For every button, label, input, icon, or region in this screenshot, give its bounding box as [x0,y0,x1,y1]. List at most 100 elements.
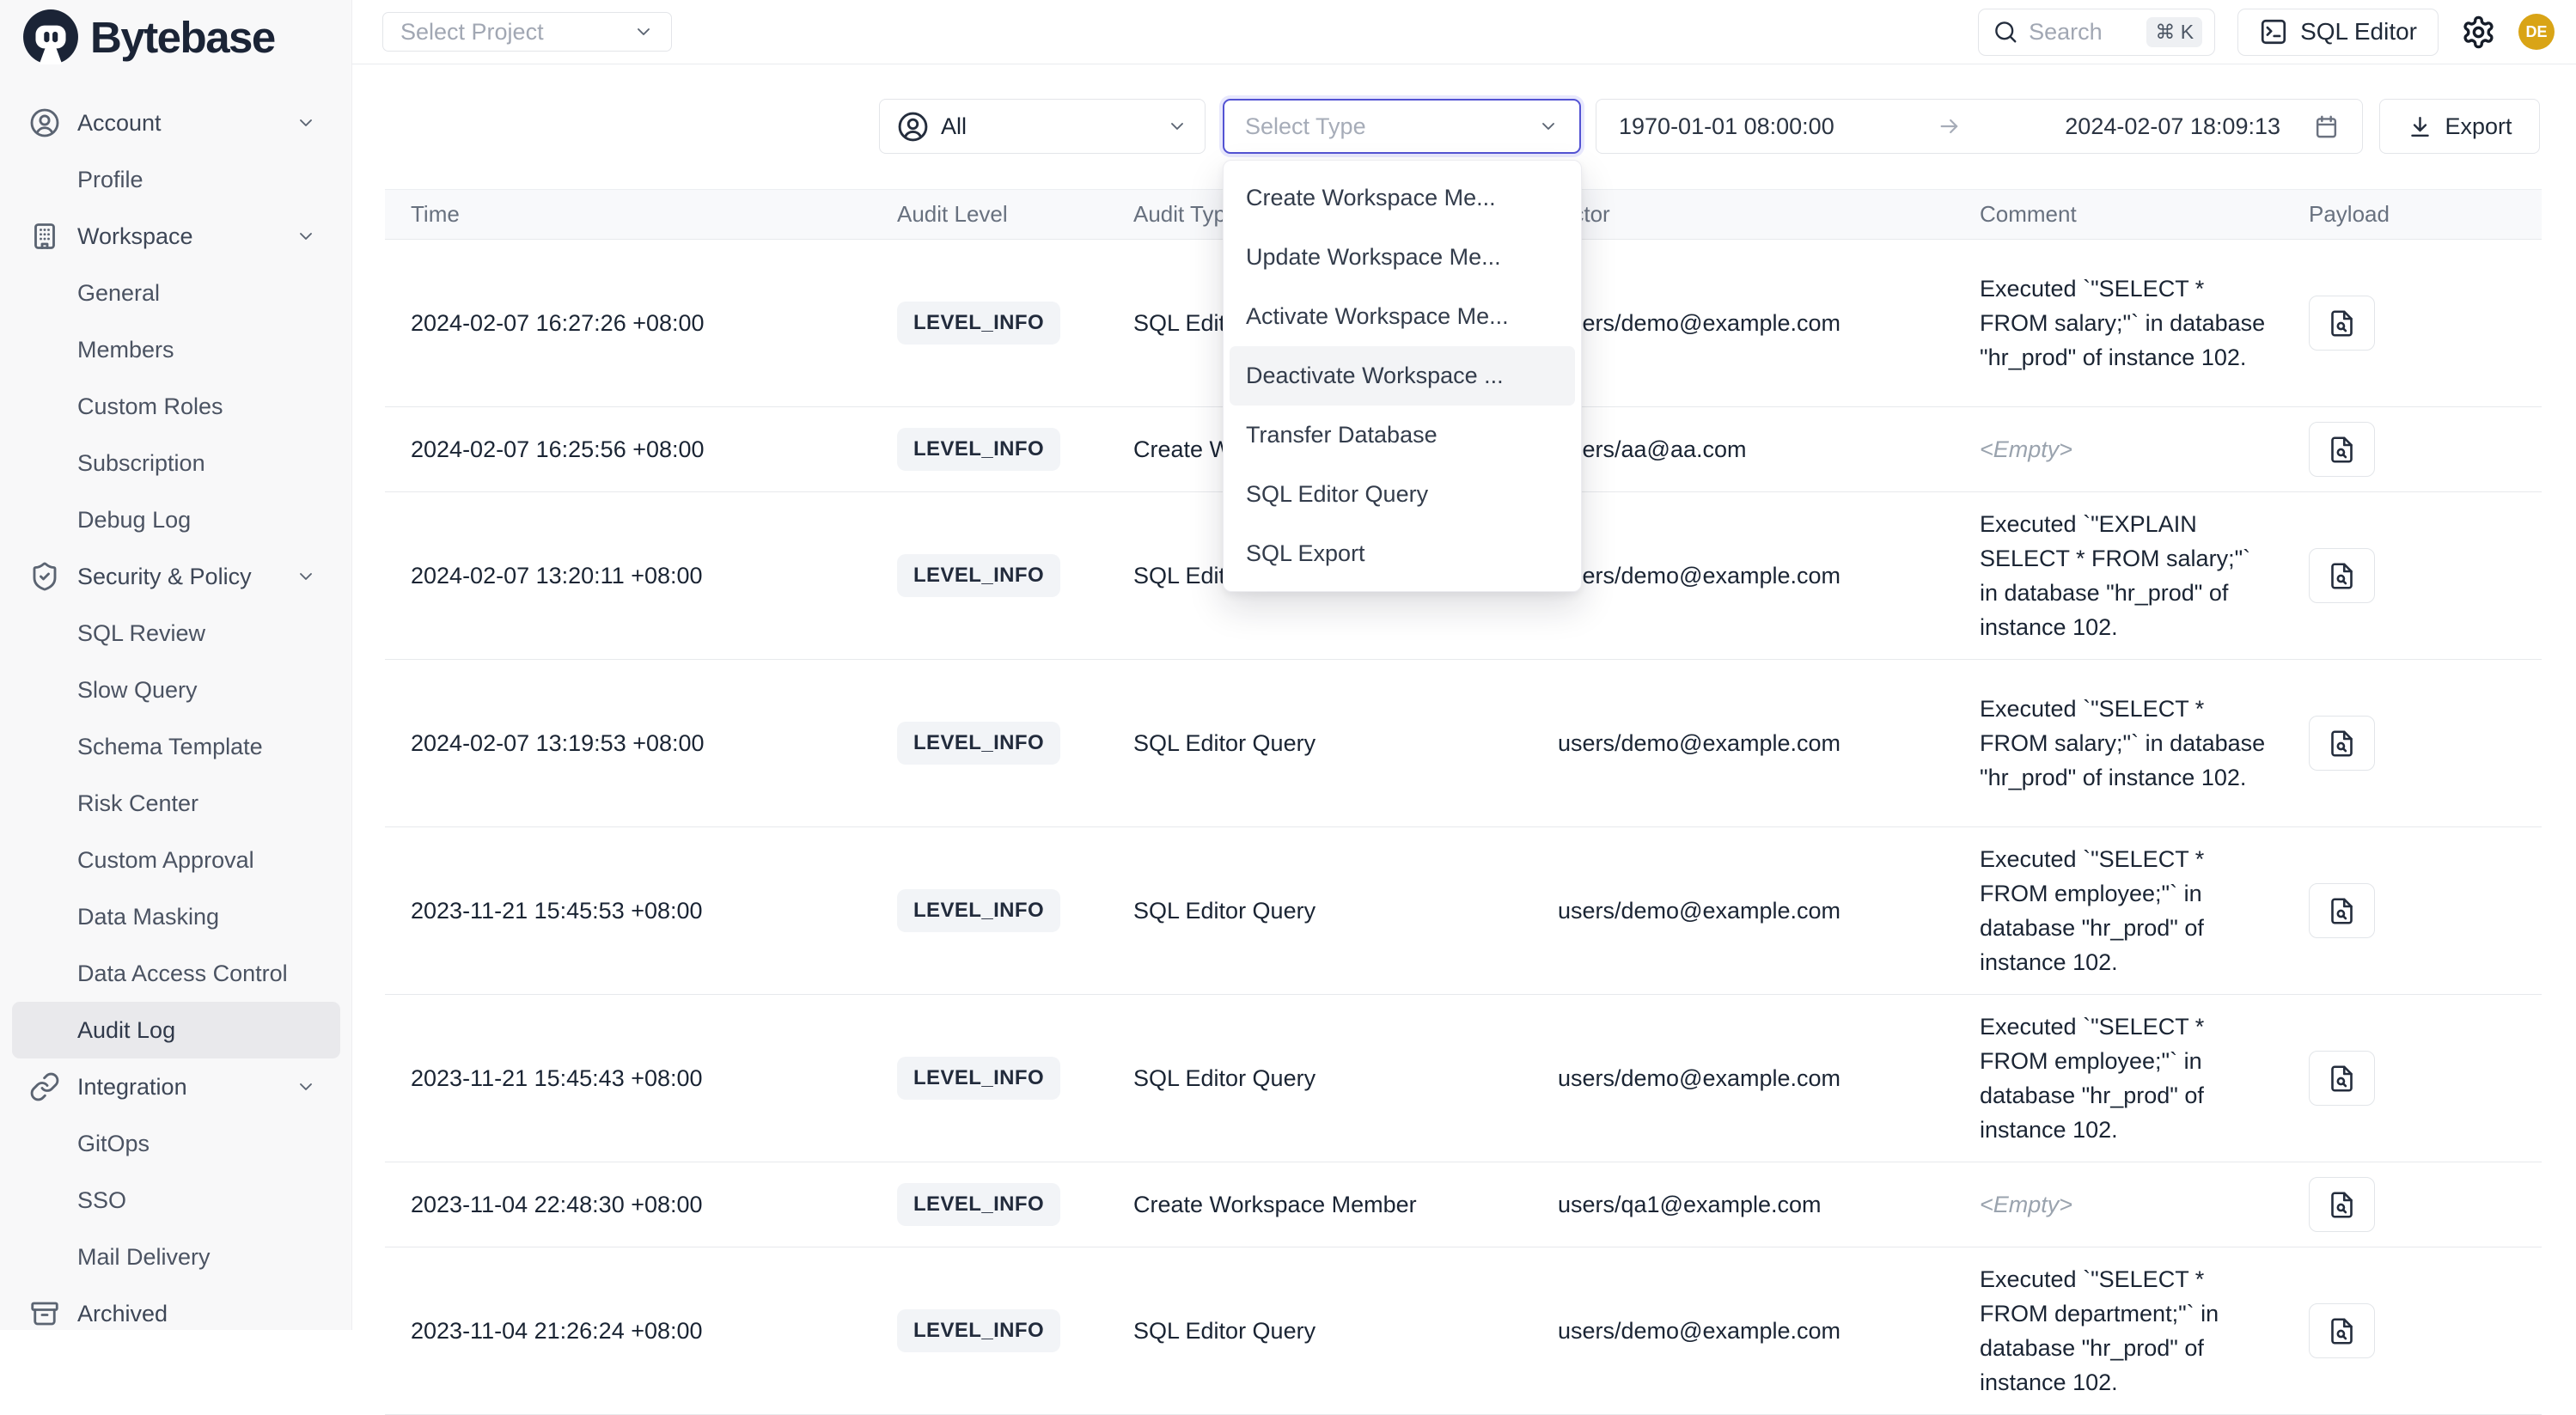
actor-filter-select[interactable]: All [879,99,1206,154]
search-icon [1993,19,2018,45]
search-box[interactable]: ⌘ K [1978,9,2215,56]
payload-view-button[interactable] [2309,296,2375,351]
audit-level-badge: LEVEL_INFO [897,722,1060,765]
cell-audit-type: SQL Editor Query [1108,898,1532,924]
cell-comment: Executed `"SELECT * FROM salary;"` in da… [1954,692,2283,795]
type-filter-select[interactable]: Select Type [1223,99,1581,154]
shield-check-icon [29,561,60,592]
audit-level-badge: LEVEL_INFO [897,554,1060,597]
cell-time: 2024-02-07 16:27:26 +08:00 [385,310,871,337]
sidebar-item-gitops[interactable]: GitOps [12,1115,340,1172]
cell-audit-type: SQL Editor Query [1108,1065,1532,1092]
menu-item-sql-editor-query[interactable]: SQL Editor Query [1224,465,1581,524]
cell-time: 2024-02-07 13:19:53 +08:00 [385,730,871,757]
sidebar-item-data-masking[interactable]: Data Masking [12,888,340,945]
sidebar-item-sql-review[interactable]: SQL Review [12,605,340,662]
sidebar-item-custom-approval[interactable]: Custom Approval [12,832,340,888]
menu-item-sql-export[interactable]: SQL Export [1224,524,1581,583]
sidebar-item-sso[interactable]: SSO [12,1172,340,1229]
cell-actor: users/demo@example.com [1532,898,1954,924]
brand-logo[interactable]: Bytebase [22,9,275,65]
sidebar-item-custom-roles[interactable]: Custom Roles [12,378,340,435]
payload-view-button[interactable] [2309,1303,2375,1358]
sidebar-item-archived[interactable]: Archived [12,1285,340,1342]
menu-item-update-workspace-member[interactable]: Update Workspace Me... [1224,228,1581,287]
date-range-picker[interactable]: 1970-01-01 08:00:00 2024-02-07 18:09:13 [1596,99,2363,154]
file-search-icon [2328,436,2356,464]
audit-level-badge: LEVEL_INFO [897,1183,1060,1226]
link-icon [29,1071,60,1102]
column-header-time: Time [385,201,871,228]
file-search-icon [2328,1064,2356,1093]
table-row: 2023-11-04 21:26:24 +08:00 LEVEL_INFO SQ… [385,1247,2542,1415]
sidebar-group-security-policy[interactable]: Security & Policy [12,548,340,605]
file-search-icon [2328,1317,2356,1345]
cell-actor: users/demo@example.com [1532,730,1954,757]
payload-view-button[interactable] [2309,716,2375,771]
sidebar-item-mail-delivery[interactable]: Mail Delivery [12,1229,340,1285]
payload-view-button[interactable] [2309,883,2375,938]
audit-level-badge: LEVEL_INFO [897,1057,1060,1100]
cell-actor: users/demo@example.com [1532,1318,1954,1345]
gear-icon[interactable] [2461,15,2496,50]
sql-editor-label: SQL Editor [2300,18,2417,46]
chevron-down-icon [296,113,316,133]
payload-view-button[interactable] [2309,548,2375,603]
download-icon [2407,113,2433,140]
cell-comment: <Empty> [1954,1187,2283,1222]
sidebar-item-subscription[interactable]: Subscription [12,435,340,491]
user-circle-icon [897,111,929,143]
sidebar-item-data-access-control[interactable]: Data Access Control [12,945,340,1002]
table-row: 2024-02-07 13:19:53 +08:00 LEVEL_INFO SQ… [385,660,2542,827]
audit-level-badge: LEVEL_INFO [897,302,1060,345]
column-header-audit-level: Audit Level [871,201,1108,228]
menu-item-transfer-database[interactable]: Transfer Database [1224,406,1581,465]
sidebar-group-integration[interactable]: Integration [12,1058,340,1115]
building-icon [29,221,60,252]
audit-level-badge: LEVEL_INFO [897,428,1060,471]
topbar-actions: ⌘ K SQL Editor DE [1978,8,2555,56]
cell-comment: Executed `"SELECT * FROM employee;"` in … [1954,842,2283,979]
sidebar-group-workspace[interactable]: Workspace [12,208,340,265]
chevron-down-icon [1538,116,1559,137]
payload-view-button[interactable] [2309,1177,2375,1232]
payload-view-button[interactable] [2309,422,2375,477]
sidebar-item-schema-template[interactable]: Schema Template [12,718,340,775]
payload-view-button[interactable] [2309,1051,2375,1106]
sidebar: Bytebase Account Profile Workspace Gener… [0,0,352,1330]
project-select[interactable]: Select Project [382,12,672,52]
bytebase-logo-icon [22,9,79,65]
menu-item-create-workspace-member[interactable]: Create Workspace Me... [1224,168,1581,228]
table-row: 2023-11-21 15:45:43 +08:00 LEVEL_INFO SQ… [385,995,2542,1162]
file-search-icon [2328,729,2356,758]
sidebar-item-slow-query[interactable]: Slow Query [12,662,340,718]
sidebar-item-audit-log[interactable]: Audit Log [12,1002,340,1058]
cell-time: 2023-11-21 15:45:53 +08:00 [385,898,871,924]
sidebar-item-risk-center[interactable]: Risk Center [12,775,340,832]
cell-time: 2024-02-07 16:25:56 +08:00 [385,436,871,463]
cell-actor: users/demo@example.com [1532,563,1954,589]
sidebar-item-debug-log[interactable]: Debug Log [12,491,340,548]
sidebar-item-profile[interactable]: Profile [12,151,340,208]
file-search-icon [2328,562,2356,590]
cell-comment: Executed `"SELECT * FROM department;"` i… [1954,1262,2283,1400]
sql-editor-button[interactable]: SQL Editor [2237,9,2439,56]
chevron-down-icon [633,21,654,42]
column-header-payload: Payload [2283,201,2542,228]
cell-time: 2023-11-21 15:45:43 +08:00 [385,1065,871,1092]
cell-comment: Executed `"SELECT * FROM employee;"` in … [1954,1009,2283,1147]
sidebar-group-account[interactable]: Account [12,95,340,151]
actor-filter-value: All [941,113,1155,140]
cell-time: 2024-02-07 13:20:11 +08:00 [385,563,871,589]
chevron-down-icon [296,566,316,587]
date-to: 2024-02-07 18:09:13 [2065,113,2280,140]
menu-item-activate-workspace-member[interactable]: Activate Workspace Me... [1224,287,1581,346]
avatar[interactable]: DE [2518,14,2555,50]
search-input[interactable] [2029,19,2136,46]
cell-actor: users/qa1@example.com [1532,1192,1954,1218]
sidebar-item-general[interactable]: General [12,265,340,321]
export-button[interactable]: Export [2379,99,2540,154]
menu-item-deactivate-workspace-member[interactable]: Deactivate Workspace ... [1230,346,1575,406]
sidebar-item-members[interactable]: Members [12,321,340,378]
cell-actor: users/aa@aa.com [1532,436,1954,463]
